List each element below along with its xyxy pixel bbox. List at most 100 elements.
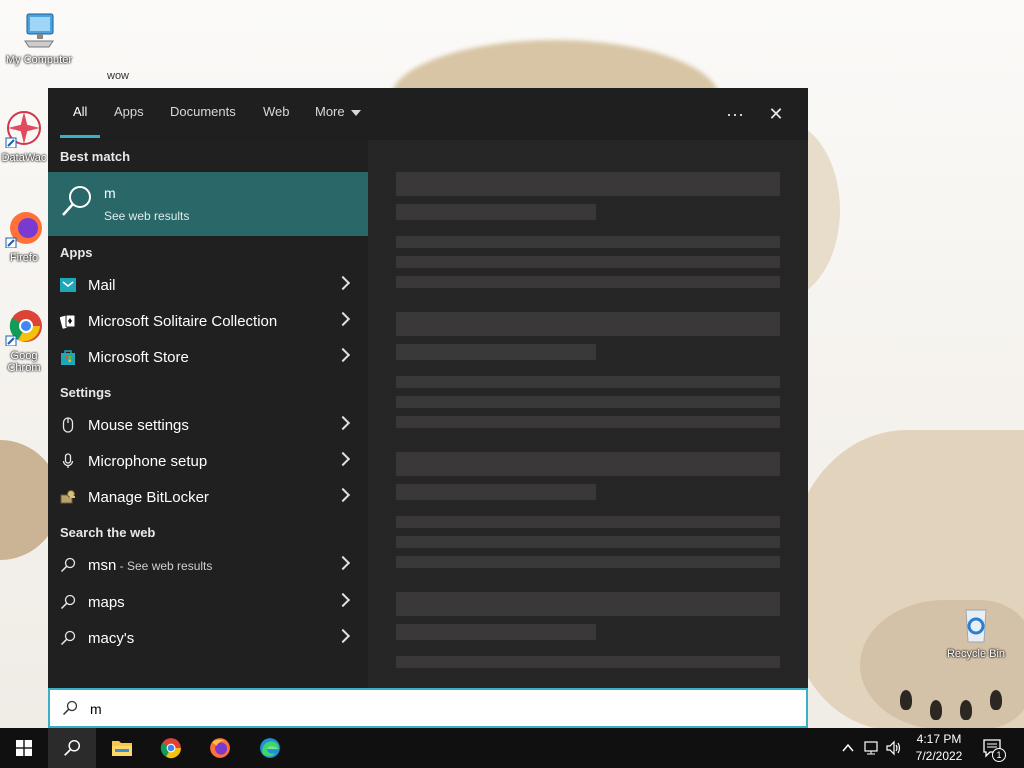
app-result-solitaire[interactable]: Microsoft Solitaire Collection bbox=[48, 304, 368, 340]
solitaire-icon bbox=[60, 314, 76, 329]
tab-all[interactable]: All bbox=[73, 104, 87, 119]
chevron-right-icon[interactable] bbox=[335, 555, 351, 571]
desktop-icon-recycle-bin[interactable]: Recycle Bin bbox=[936, 604, 1016, 660]
recycle-bin-icon bbox=[956, 604, 996, 644]
chevron-right-icon[interactable] bbox=[335, 347, 351, 363]
web-result-macys[interactable]: macy's bbox=[48, 621, 368, 657]
taskbar-firefox[interactable] bbox=[196, 728, 244, 768]
chevron-right-icon[interactable] bbox=[335, 592, 351, 608]
desktop-icon-label: DataWac bbox=[1, 152, 47, 164]
taskbar-chrome[interactable] bbox=[147, 728, 195, 768]
section-heading-apps: Apps bbox=[60, 245, 93, 260]
chevron-right-icon[interactable] bbox=[335, 451, 351, 467]
action-center-button[interactable]: 1 bbox=[982, 738, 1006, 762]
search-icon bbox=[62, 186, 91, 216]
result-label: Microsoft Store bbox=[88, 349, 189, 366]
chevron-down-icon bbox=[350, 109, 361, 116]
tab-apps[interactable]: Apps bbox=[114, 104, 144, 119]
desktop-icon-label: My Computer bbox=[5, 54, 73, 66]
web-query: msn bbox=[88, 557, 117, 574]
tab-documents[interactable]: Documents bbox=[170, 104, 236, 119]
chevron-up-icon[interactable] bbox=[840, 740, 856, 756]
close-button[interactable]: ✕ bbox=[761, 100, 791, 128]
loading-placeholder bbox=[396, 656, 780, 668]
result-label: msn - See web results bbox=[88, 557, 212, 574]
taskbar-file-explorer[interactable] bbox=[98, 728, 146, 768]
loading-placeholder bbox=[396, 204, 596, 220]
loading-placeholder bbox=[396, 416, 780, 428]
search-icon bbox=[64, 739, 81, 756]
result-label: Microsoft Solitaire Collection bbox=[88, 313, 278, 330]
network-icon[interactable] bbox=[863, 740, 879, 756]
app-result-mail[interactable]: Mail bbox=[48, 268, 368, 304]
firefox-icon bbox=[210, 738, 230, 758]
search-icon bbox=[60, 630, 76, 646]
best-match-subtitle: See web results bbox=[104, 209, 190, 223]
desktop-icon-firefox[interactable]: Firefo bbox=[0, 208, 48, 264]
chevron-right-icon[interactable] bbox=[335, 311, 351, 327]
search-icon bbox=[60, 557, 76, 573]
loading-placeholder bbox=[396, 536, 780, 548]
tab-more[interactable]: More bbox=[315, 104, 361, 119]
web-result-msn[interactable]: msn - See web results bbox=[48, 548, 368, 584]
bitlocker-icon bbox=[60, 490, 75, 504]
search-input[interactable] bbox=[88, 696, 772, 722]
datawac-icon bbox=[4, 108, 44, 149]
start-button[interactable] bbox=[0, 728, 48, 768]
chevron-right-icon[interactable] bbox=[335, 628, 351, 644]
chevron-right-icon[interactable] bbox=[335, 275, 351, 291]
paw-claw bbox=[990, 690, 1002, 710]
folder-icon bbox=[112, 741, 132, 756]
loading-placeholder bbox=[396, 396, 780, 408]
loading-placeholder bbox=[396, 624, 596, 640]
mouse-icon bbox=[62, 417, 74, 433]
clock-time[interactable]: 4:17 PM bbox=[908, 732, 970, 746]
search-scope-tabs: All Apps Documents Web More ··· ✕ bbox=[48, 88, 808, 141]
loading-placeholder bbox=[396, 344, 596, 360]
settings-result-microphone[interactable]: Microphone setup bbox=[48, 444, 368, 480]
desktop-icon-label: Recycle Bin bbox=[946, 648, 1006, 660]
desktop-icon-label: Firefo bbox=[9, 252, 39, 264]
search-box[interactable] bbox=[48, 688, 808, 728]
chevron-right-icon[interactable] bbox=[335, 487, 351, 503]
tab-web[interactable]: Web bbox=[263, 104, 290, 119]
app-result-store[interactable]: Microsoft Store bbox=[48, 340, 368, 376]
result-label: Mail bbox=[88, 277, 116, 294]
best-match-result[interactable]: m See web results bbox=[48, 172, 368, 236]
chrome-icon bbox=[160, 738, 181, 759]
start-search-panel: All Apps Documents Web More ··· ✕ Best m… bbox=[48, 88, 808, 728]
section-heading-best-match: Best match bbox=[60, 149, 131, 164]
section-heading-settings: Settings bbox=[60, 385, 112, 400]
loading-placeholder bbox=[396, 276, 780, 288]
taskbar-search-button[interactable] bbox=[48, 728, 96, 768]
edge-icon bbox=[260, 738, 280, 758]
desktop-icon-chrome[interactable]: Goog Chrom bbox=[0, 306, 48, 374]
volume-icon[interactable] bbox=[886, 740, 902, 756]
loading-placeholder bbox=[396, 556, 780, 568]
microphone-icon bbox=[62, 453, 74, 468]
settings-result-mouse[interactable]: Mouse settings bbox=[48, 408, 368, 444]
mail-icon bbox=[60, 278, 76, 292]
result-label: Manage BitLocker bbox=[88, 489, 209, 506]
taskbar: 4:17 PM 7/2/2022 1 bbox=[0, 728, 1024, 768]
desktop-icon-my-computer[interactable]: My Computer bbox=[0, 10, 78, 66]
web-query: maps bbox=[88, 594, 125, 611]
notification-count-badge: 1 bbox=[992, 748, 1006, 762]
results-list: Best match m See web results Apps Mail M… bbox=[48, 140, 368, 688]
result-label: Mouse settings bbox=[88, 417, 189, 434]
web-result-maps[interactable]: maps bbox=[48, 585, 368, 621]
more-options-button[interactable]: ··· bbox=[720, 100, 750, 128]
computer-icon bbox=[19, 10, 59, 50]
section-heading-search-web: Search the web bbox=[60, 525, 156, 540]
settings-result-bitlocker[interactable]: Manage BitLocker bbox=[48, 480, 368, 516]
paw-claw bbox=[930, 700, 942, 720]
best-match-title: m bbox=[104, 185, 116, 201]
store-icon bbox=[61, 350, 75, 365]
taskbar-edge[interactable] bbox=[246, 728, 294, 768]
desktop-icon-datawac[interactable]: DataWac bbox=[0, 108, 48, 164]
chevron-right-icon[interactable] bbox=[335, 415, 351, 431]
search-icon bbox=[62, 700, 78, 716]
web-query-hint: - See web results bbox=[116, 559, 213, 573]
clock-date[interactable]: 7/2/2022 bbox=[908, 749, 970, 763]
loading-placeholder bbox=[396, 312, 780, 336]
